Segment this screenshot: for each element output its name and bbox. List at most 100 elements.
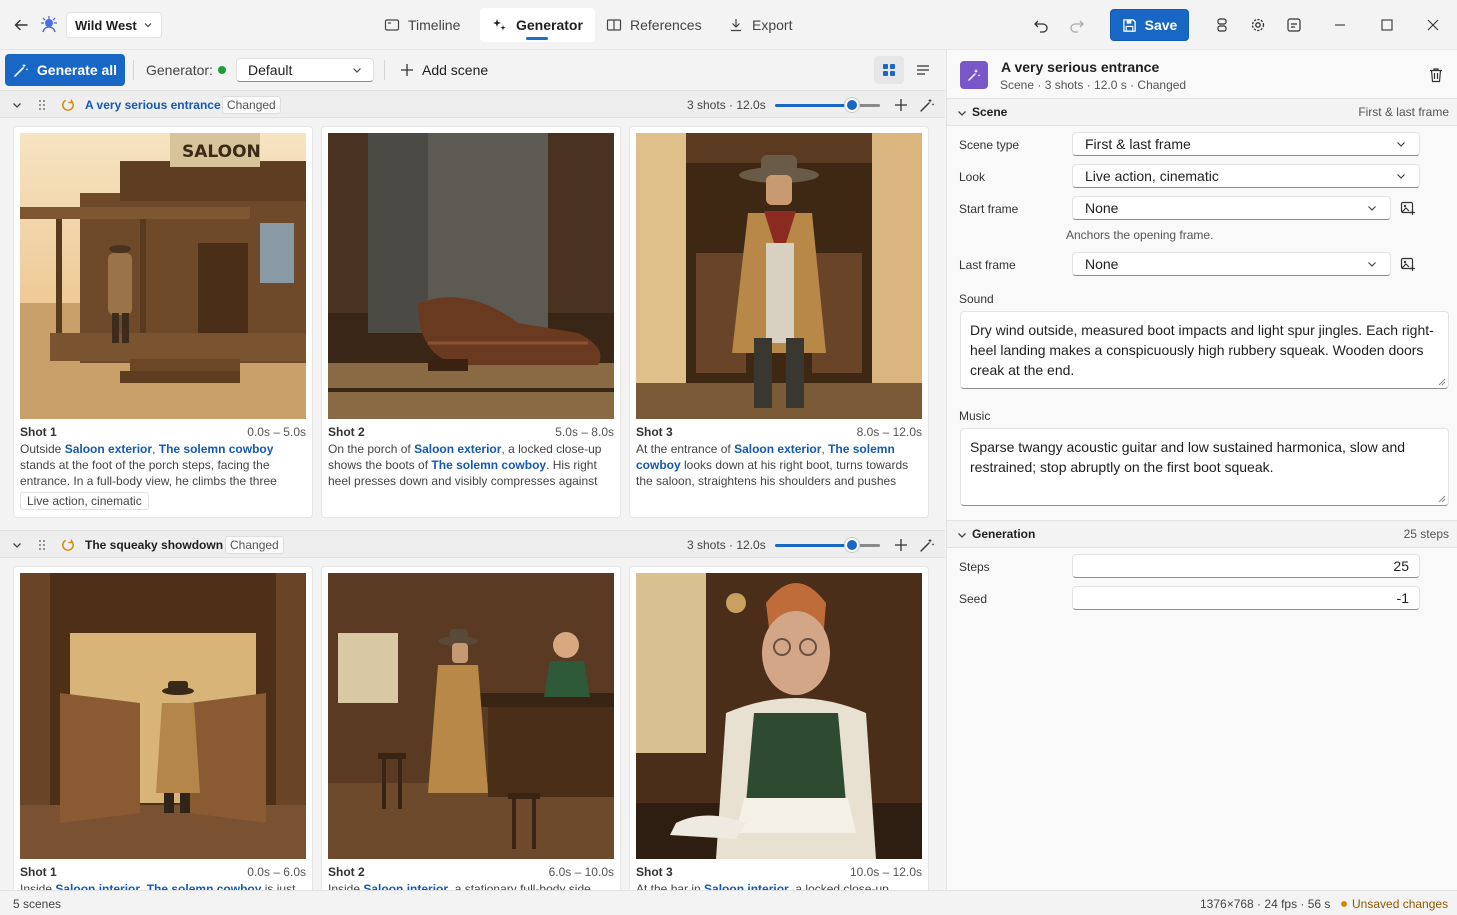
shot-description: Inside Saloon interior, The solemn cowbo…	[20, 881, 308, 890]
image-picker-icon[interactable]	[1400, 256, 1416, 272]
close-icon[interactable]	[1421, 13, 1445, 37]
shot-card[interactable]: SALOON Shot 1 0.0s – 5.0s Outside Saloon…	[13, 126, 313, 518]
generation-section-header[interactable]: Generation 25 steps	[947, 520, 1457, 548]
shot-thumbnail[interactable]	[328, 133, 614, 419]
scene-type-label: Scene type	[959, 138, 1020, 152]
tab-label: Generator	[516, 17, 583, 33]
reference-link[interactable]: Saloon interior	[704, 882, 789, 890]
tab-timeline[interactable]: Timeline	[372, 8, 472, 42]
shot-time-range: 5.0s – 8.0s	[555, 425, 614, 439]
reference-link[interactable]: The solemn cowboy	[147, 882, 262, 890]
generator-scene-icon	[960, 61, 988, 89]
shot-card[interactable]: Shot 3 10.0s – 12.0s At the bar in Saloo…	[629, 566, 929, 890]
chevron-down-icon[interactable]	[11, 531, 23, 559]
magic-wand-icon[interactable]	[919, 91, 935, 119]
shot-time-range: 0.0s – 6.0s	[247, 865, 306, 879]
reference-link[interactable]: Saloon exterior	[414, 442, 501, 456]
minimize-icon[interactable]	[1328, 13, 1352, 37]
reference-link[interactable]: Saloon exterior	[65, 442, 152, 456]
chevron-down-icon[interactable]	[956, 107, 968, 119]
scene-header[interactable]: The squeaky showdown Changed 3 shots · 1…	[0, 530, 945, 558]
generator-value: Default	[248, 62, 293, 78]
shot-thumbnail[interactable]	[328, 573, 614, 859]
resize-grip-icon[interactable]	[1438, 378, 1446, 386]
gear-icon[interactable]	[1246, 13, 1270, 37]
shot-title: Shot 2	[328, 425, 365, 439]
description-text: Outside	[20, 442, 65, 456]
scene-title[interactable]: A very serious entrance	[85, 91, 221, 119]
add-scene-label: Add scene	[422, 62, 489, 78]
unsaved-dot	[1341, 901, 1347, 907]
scene-header[interactable]: A very serious entrance Changed 3 shots …	[0, 90, 945, 118]
trash-icon[interactable]	[1429, 67, 1443, 83]
magic-wand-icon[interactable]	[919, 531, 935, 559]
scene-type-select[interactable]: First & last frame	[1072, 132, 1420, 156]
list-view-button[interactable]	[908, 56, 938, 84]
grid-view-button[interactable]	[874, 56, 904, 84]
look-tag: Live action, cinematic	[20, 492, 149, 510]
project-selector[interactable]: Wild West	[66, 12, 162, 38]
project-name: Wild West	[75, 17, 137, 33]
reference-link[interactable]: Saloon interior	[55, 882, 140, 890]
description-text: stands at the foot of the porch steps, f…	[20, 458, 277, 488]
shot-card[interactable]: Shot 1 0.0s – 6.0s Inside Saloon interio…	[13, 566, 313, 890]
start-frame-select[interactable]: None	[1072, 196, 1391, 220]
redo-icon[interactable]	[1065, 13, 1089, 37]
tab-export[interactable]: Export	[716, 8, 804, 42]
inspector-panel: A very serious entrance Scene · 3 shots …	[946, 50, 1457, 890]
reference-link[interactable]: The solemn cowboy	[159, 442, 274, 456]
reference-link[interactable]: Saloon exterior	[734, 442, 821, 456]
shot-thumbnail[interactable]	[636, 573, 922, 859]
drag-handle-icon[interactable]	[37, 91, 47, 119]
save-button[interactable]: Save	[1110, 9, 1189, 41]
tab-generator[interactable]: Generator	[480, 8, 595, 42]
steps-label: Steps	[959, 560, 990, 574]
shot-card[interactable]: Shot 2 6.0s – 10.0s Inside Saloon interi…	[321, 566, 621, 890]
plus-icon[interactable]	[894, 531, 908, 559]
steps-input[interactable]: 25	[1072, 554, 1420, 578]
reference-link[interactable]: Saloon interior	[363, 882, 448, 890]
scene-section-header[interactable]: Scene First & last frame	[947, 98, 1457, 126]
book-icon	[606, 17, 622, 33]
slider-thumb[interactable]	[845, 538, 859, 552]
back-arrow-icon[interactable]	[9, 13, 33, 37]
image-picker-icon[interactable]	[1400, 200, 1416, 216]
scene-title[interactable]: The squeaky showdown	[85, 531, 223, 559]
panel-toggle-icon[interactable]	[1282, 13, 1306, 37]
chevron-down-icon[interactable]	[956, 529, 968, 541]
scene-type-value: First & last frame	[1085, 136, 1191, 152]
maximize-icon[interactable]	[1375, 13, 1399, 37]
add-scene-button[interactable]: Add scene	[396, 56, 492, 84]
changed-badge: Changed	[225, 536, 284, 554]
look-select[interactable]: Live action, cinematic	[1072, 164, 1420, 188]
model-icon[interactable]	[1210, 13, 1234, 37]
generate-all-label: Generate all	[36, 62, 118, 78]
shot-thumbnail[interactable]	[636, 133, 922, 419]
music-textarea[interactable]: Sparse twangy acoustic guitar and low su…	[960, 428, 1449, 506]
start-frame-value: None	[1085, 200, 1119, 216]
resize-grip-icon[interactable]	[1438, 495, 1446, 503]
generate-all-button[interactable]: Generate all	[5, 54, 125, 86]
undo-icon[interactable]	[1029, 13, 1053, 37]
description-text: ,	[152, 442, 159, 456]
shot-card[interactable]: Shot 3 8.0s – 12.0s At the entrance of S…	[629, 126, 929, 518]
inspector-subtitle: Scene · 3 shots · 12.0 s · Changed	[1000, 78, 1187, 92]
reference-link[interactable]: The solemn cowboy	[431, 458, 546, 472]
plus-icon[interactable]	[894, 91, 908, 119]
plus-icon	[400, 63, 414, 77]
generator-label: Generator:	[146, 62, 213, 78]
shot-thumbnail[interactable]	[20, 573, 306, 859]
seed-input[interactable]: -1	[1072, 586, 1420, 610]
sound-textarea[interactable]: Dry wind outside, measured boot impacts …	[960, 311, 1449, 389]
tab-references[interactable]: References	[594, 8, 714, 42]
shot-description: At the bar in Saloon interior, a locked …	[636, 881, 924, 890]
chevron-down-icon[interactable]	[11, 91, 23, 119]
shot-title: Shot 2	[328, 865, 365, 879]
music-text: Sparse twangy acoustic guitar and low su…	[970, 439, 1406, 475]
shot-card[interactable]: Shot 2 5.0s – 8.0s On the porch of Saloo…	[321, 126, 621, 518]
slider-thumb[interactable]	[845, 98, 859, 112]
generator-select[interactable]: Default	[236, 58, 374, 82]
drag-handle-icon[interactable]	[37, 531, 47, 559]
last-frame-select[interactable]: None	[1072, 252, 1391, 276]
shot-thumbnail[interactable]: SALOON	[20, 133, 306, 419]
